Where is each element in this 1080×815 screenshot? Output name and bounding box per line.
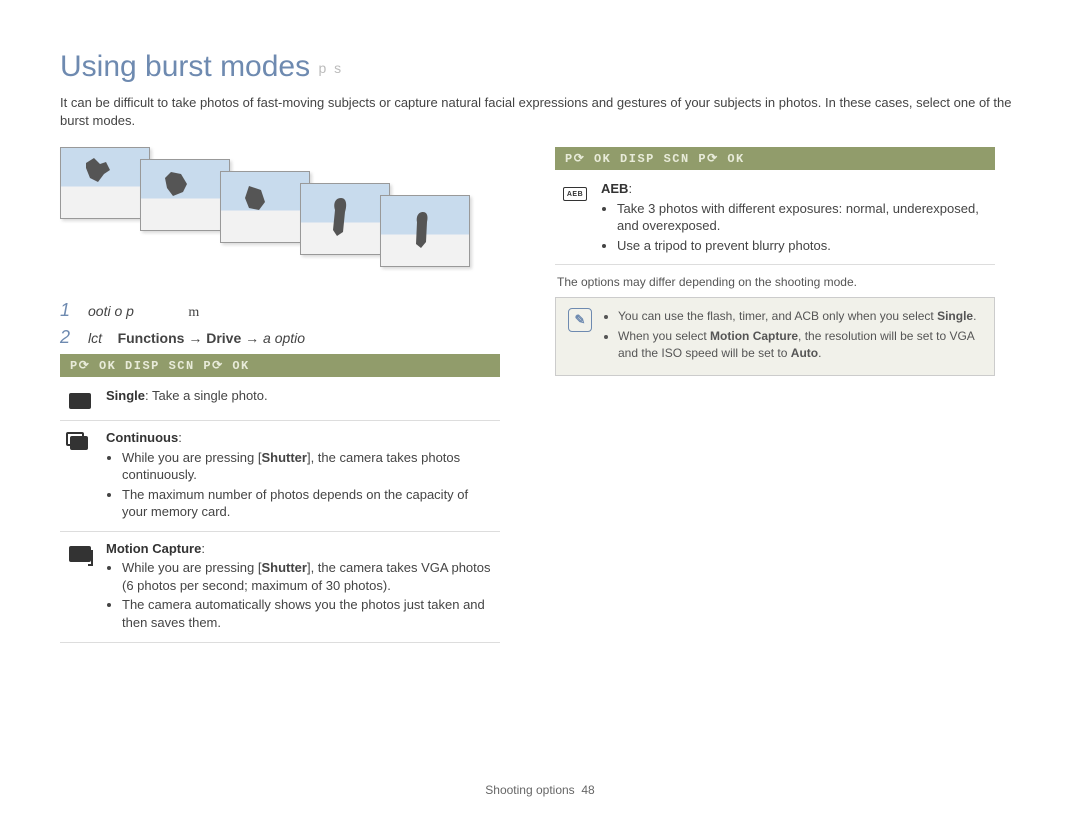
option-row-single: Single: Take a single photo. xyxy=(60,379,500,421)
info-item: When you select Motion Capture, the reso… xyxy=(618,328,982,360)
option-bullet: The maximum number of photos depends on … xyxy=(122,486,494,521)
option-row-aeb: AEB AEB: Take 3 photos with different expo… xyxy=(555,172,995,265)
thumb-4 xyxy=(300,183,390,255)
step-2: 2 lct Functions → Drive → a optio xyxy=(60,327,500,348)
motion-icon xyxy=(66,543,94,565)
option-row-motion: Motion Capture: While you are pressing [S… xyxy=(60,532,500,643)
single-icon xyxy=(66,390,94,412)
option-after-label: : xyxy=(201,541,205,556)
thumb-1 xyxy=(60,147,150,219)
info-item: You can use the flash, timer, and ACB on… xyxy=(618,308,982,324)
cont-icon xyxy=(66,432,94,454)
status-bar-left: P⟳ OK DISP SCN P⟳ OK xyxy=(60,354,500,377)
step-text: ooti o p m xyxy=(88,303,199,321)
option-label: Single xyxy=(106,388,145,403)
option-bullet: Use a tripod to prevent blurry photos. xyxy=(617,237,989,255)
step-number: 2 xyxy=(60,327,76,348)
thumb-3 xyxy=(220,171,310,243)
info-box: ✎ You can use the flash, timer, and ACB … xyxy=(555,297,995,376)
option-bullet: The camera automatically shows you the p… xyxy=(122,596,494,631)
option-label: AEB xyxy=(601,181,628,196)
option-after-label: : xyxy=(628,181,632,196)
note-icon: ✎ xyxy=(568,308,592,332)
option-row-cont: Continuous: While you are pressing [Shutt… xyxy=(60,421,500,532)
option-body: Continuous: While you are pressing [Shutt… xyxy=(106,429,494,523)
option-bullet: While you are pressing [Shutter], the ca… xyxy=(122,559,494,594)
option-body: Motion Capture: While you are pressing [S… xyxy=(106,540,494,634)
aeb-icon: AEB xyxy=(561,183,589,205)
page-footer: Shooting options 48 xyxy=(0,783,1080,797)
intro-text: It can be difficult to take photos of fa… xyxy=(60,94,1020,129)
option-label: Continuous xyxy=(106,430,178,445)
page-title: Using burst modes p s xyxy=(60,50,1020,84)
option-label: Motion Capture xyxy=(106,541,201,556)
footer-page: 48 xyxy=(581,783,594,797)
thumb-5 xyxy=(380,195,470,267)
step-number: 1 xyxy=(60,300,76,321)
option-bullet: While you are pressing [Shutter], the ca… xyxy=(122,449,494,484)
footer-section: Shooting options xyxy=(485,783,574,797)
burst-thumbnails xyxy=(60,147,500,282)
title-text: Using burst modes xyxy=(60,50,310,83)
option-body: Single: Take a single photo. xyxy=(106,387,494,405)
option-after-label: : Take a single photo. xyxy=(145,388,268,403)
step-text: lct Functions → Drive → a optio xyxy=(88,330,305,346)
step-1: 1 ooti o p m xyxy=(60,300,500,321)
option-body: AEB: Take 3 photos with different exposur… xyxy=(601,180,989,256)
option-after-label: : xyxy=(178,430,182,445)
option-bullet: Take 3 photos with different exposures: … xyxy=(617,200,989,235)
status-bar-right: P⟳ OK DISP SCN P⟳ OK xyxy=(555,147,995,170)
info-list: You can use the flash, timer, and ACB on… xyxy=(618,308,982,365)
title-mode-icons: p s xyxy=(318,60,343,76)
thumb-2 xyxy=(140,159,230,231)
options-note: The options may differ depending on the … xyxy=(557,275,993,289)
